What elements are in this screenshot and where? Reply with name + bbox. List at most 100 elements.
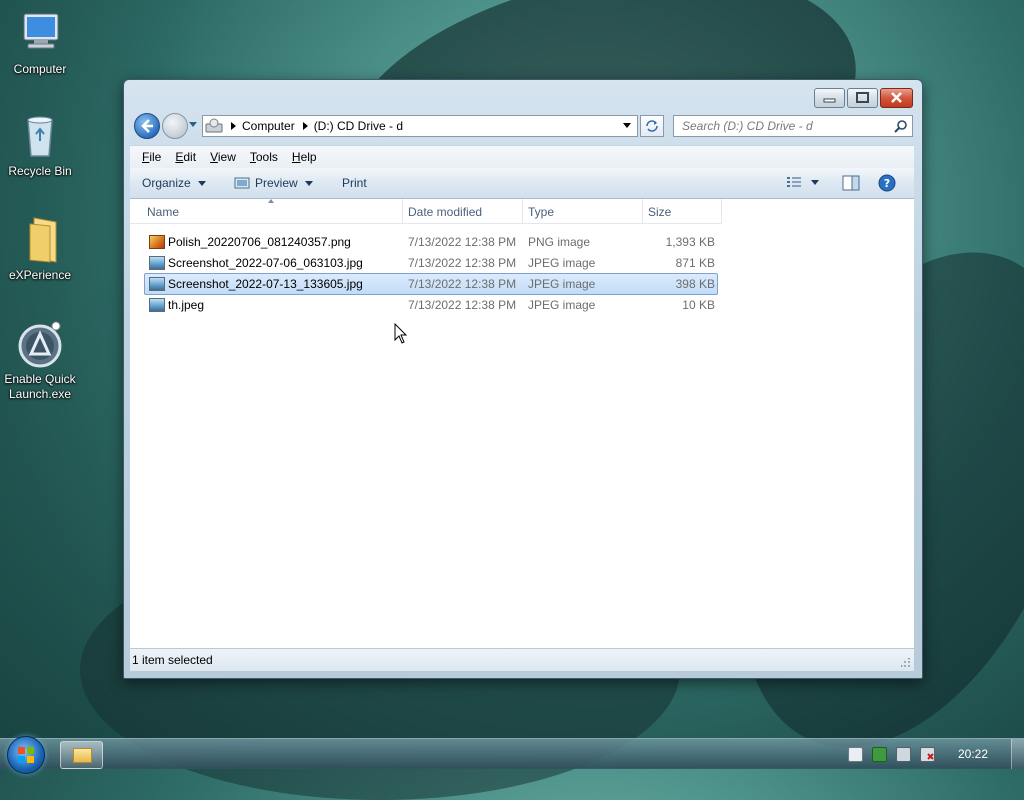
- refresh-button[interactable]: [640, 115, 664, 137]
- breadcrumb-computer[interactable]: Computer: [242, 119, 295, 133]
- file-date: 7/13/2022 12:38 PM: [408, 298, 517, 312]
- close-icon: [891, 92, 902, 103]
- preview-pane-button[interactable]: [842, 175, 860, 191]
- folder-icon: [16, 216, 64, 264]
- resize-grip-icon[interactable]: [901, 658, 911, 668]
- breadcrumb-cd-drive[interactable]: (D:) CD Drive - d: [314, 119, 403, 133]
- address-dropdown-icon[interactable]: [623, 123, 631, 128]
- menu-help[interactable]: Help: [292, 150, 317, 164]
- file-row[interactable]: Polish_20220706_081240357.png 7/13/2022 …: [144, 231, 718, 253]
- file-name: th.jpeg: [168, 298, 205, 312]
- address-bar[interactable]: Computer (D:) CD Drive - d: [202, 115, 638, 137]
- views-button[interactable]: [786, 176, 819, 188]
- file-size: 398 KB: [675, 277, 715, 291]
- network-icon[interactable]: [896, 747, 911, 762]
- command-bar: Organize Preview Print ?: [130, 168, 914, 199]
- views-icon: [787, 177, 801, 187]
- chevron-down-icon: [811, 179, 819, 185]
- search-box[interactable]: [673, 115, 913, 137]
- print-label: Print: [342, 176, 367, 190]
- desktop-icon-experience[interactable]: eXPerience: [0, 216, 80, 283]
- organize-button[interactable]: Organize: [142, 176, 206, 190]
- recent-pages-dropdown[interactable]: [189, 122, 197, 127]
- back-arrow-icon: [141, 119, 153, 133]
- column-header-date[interactable]: Date modified: [408, 205, 482, 219]
- desktop-icon-enable-quick-launch[interactable]: Enable Quick Launch.exe: [0, 320, 80, 402]
- file-row[interactable]: Screenshot_2022-07-06_063103.jpg 7/13/20…: [144, 252, 718, 274]
- window-controls: [814, 88, 913, 108]
- file-row-selected[interactable]: Screenshot_2022-07-13_133605.jpg 7/13/20…: [144, 273, 718, 295]
- navigation-bar: Computer (D:) CD Drive - d: [132, 113, 914, 139]
- file-date: 7/13/2022 12:38 PM: [408, 235, 517, 249]
- action-center-icon[interactable]: [848, 747, 863, 762]
- status-text: 1 item selected: [132, 653, 213, 667]
- desktop-icon-label: Computer: [13, 62, 67, 76]
- column-header-row: Name Date modified Type Size: [130, 199, 722, 224]
- system-clock[interactable]: 20:22: [958, 747, 988, 761]
- maximize-button[interactable]: [847, 88, 878, 108]
- refresh-icon: [646, 120, 658, 132]
- forward-button[interactable]: [162, 113, 188, 139]
- png-file-icon: [149, 235, 165, 249]
- column-header-size[interactable]: Size: [648, 205, 671, 219]
- show-desktop-button[interactable]: [1011, 739, 1024, 769]
- menu-edit[interactable]: Edit: [175, 150, 196, 164]
- file-type: PNG image: [528, 235, 591, 249]
- help-icon: ?: [878, 174, 896, 192]
- column-header-type[interactable]: Type: [528, 205, 554, 219]
- close-button[interactable]: [880, 88, 913, 108]
- file-type: JPEG image: [528, 277, 596, 291]
- explorer-window: Computer (D:) CD Drive - d File Edit Vie…: [123, 79, 923, 679]
- column-divider[interactable]: [721, 199, 722, 223]
- menu-tools[interactable]: Tools: [250, 150, 278, 164]
- jpeg-file-icon: [149, 256, 165, 270]
- drive-icon: [205, 118, 223, 133]
- file-list: Name Date modified Type Size Polish_2022…: [130, 199, 914, 648]
- desktop-icon-computer[interactable]: Computer: [0, 10, 80, 77]
- file-row[interactable]: th.jpeg 7/13/2022 12:38 PM JPEG image 10…: [144, 294, 718, 316]
- preview-label: Preview: [255, 176, 298, 190]
- column-divider[interactable]: [642, 199, 643, 223]
- print-button[interactable]: Print: [342, 176, 367, 190]
- sort-ascending-icon: [268, 199, 274, 203]
- column-divider[interactable]: [522, 199, 523, 223]
- start-button[interactable]: [7, 736, 45, 774]
- back-button[interactable]: [134, 113, 160, 139]
- quick-launch-icon: [16, 320, 64, 368]
- search-icon[interactable]: [894, 119, 908, 133]
- preview-button[interactable]: Preview: [234, 176, 313, 190]
- svg-text:?: ?: [884, 177, 890, 190]
- file-type: JPEG image: [528, 256, 596, 270]
- desktop-icon-label: Recycle Bin: [8, 164, 72, 178]
- security-shield-icon[interactable]: [872, 747, 887, 762]
- breadcrumb-separator: [231, 122, 236, 130]
- file-type: JPEG image: [528, 298, 596, 312]
- preview-icon: [234, 177, 250, 189]
- preview-pane-icon: [842, 175, 860, 191]
- organize-label: Organize: [142, 176, 191, 190]
- chevron-down-icon: [197, 180, 206, 186]
- file-date: 7/13/2022 12:38 PM: [408, 277, 517, 291]
- column-divider[interactable]: [402, 199, 403, 223]
- menu-file[interactable]: File: [142, 150, 161, 164]
- status-bar: 1 item selected: [130, 648, 914, 671]
- mouse-cursor-icon: [394, 323, 408, 344]
- chevron-down-icon: [304, 180, 313, 186]
- menu-view[interactable]: View: [210, 150, 236, 164]
- file-size: 10 KB: [682, 298, 715, 312]
- file-name: Polish_20220706_081240357.png: [168, 235, 351, 249]
- volume-muted-icon[interactable]: [920, 747, 935, 762]
- help-button[interactable]: ?: [878, 174, 896, 192]
- taskbar-explorer-button[interactable]: [60, 741, 103, 769]
- minimize-icon: [823, 98, 836, 103]
- search-input[interactable]: [680, 116, 894, 136]
- column-header-name[interactable]: Name: [147, 205, 179, 219]
- breadcrumb-separator: [302, 122, 308, 130]
- maximize-icon: [856, 92, 869, 103]
- jpeg-file-icon: [149, 277, 165, 291]
- desktop-icon-recycle-bin[interactable]: Recycle Bin: [0, 112, 80, 179]
- desktop-icon-label: Enable Quick Launch.exe: [4, 372, 76, 401]
- minimize-button[interactable]: [814, 88, 845, 108]
- file-size: 871 KB: [675, 256, 715, 270]
- mute-x-icon: [927, 753, 934, 760]
